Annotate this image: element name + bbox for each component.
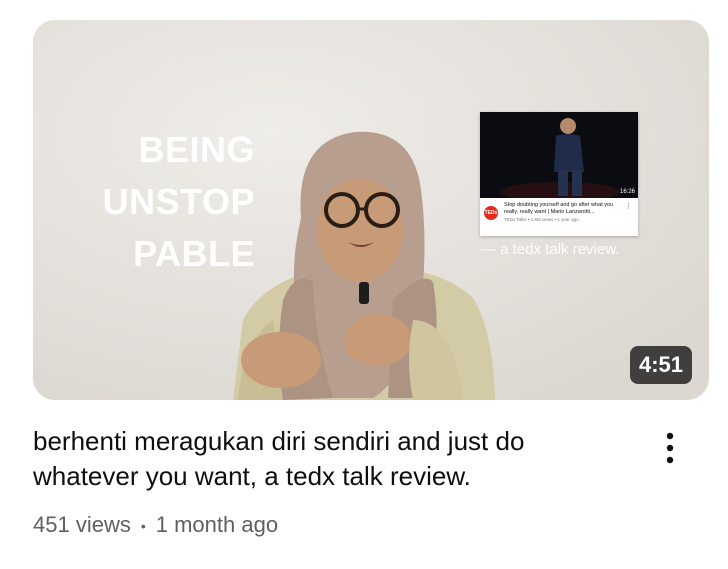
embedded-video-frame: 16:26 xyxy=(480,112,638,198)
video-card[interactable]: BEING UNSTOP PABLE 16:26 TEDx Stop doubt… xyxy=(0,0,728,569)
video-thumbnail[interactable]: BEING UNSTOP PABLE 16:26 TEDx Stop doubt… xyxy=(33,20,709,400)
tedx-logo-icon: TEDx xyxy=(484,206,498,220)
video-metadata: 451 views • 1 month ago xyxy=(33,510,278,541)
overlay-line-3: PABLE xyxy=(133,233,255,274)
embedded-duration: 16:26 xyxy=(619,189,635,195)
video-title[interactable]: berhenti meragukan diri sendiri and just… xyxy=(33,424,623,494)
embedded-video-meta: TEDx Talks • 1.6M views • 1 year ago xyxy=(504,217,579,222)
overlay-line-1: BEING xyxy=(138,129,255,170)
meta-separator: • xyxy=(140,518,146,535)
more-vert-icon xyxy=(666,432,674,464)
upload-age: 1 month ago xyxy=(155,512,279,537)
embedded-video-card: 16:26 TEDx Stop doubting yourself and go… xyxy=(480,112,638,236)
embedded-video-title: Stop doubting yourself and go after what… xyxy=(504,202,614,215)
review-caption: — a tedx talk review. xyxy=(481,241,620,258)
duration-badge: 4:51 xyxy=(629,346,692,384)
embedded-more-icon: ⋮ xyxy=(625,203,632,210)
view-count: 451 views xyxy=(33,512,131,537)
more-options-button[interactable] xyxy=(656,428,684,468)
overlay-line-2: UNSTOP xyxy=(102,181,255,222)
speaker-figure xyxy=(480,112,638,198)
